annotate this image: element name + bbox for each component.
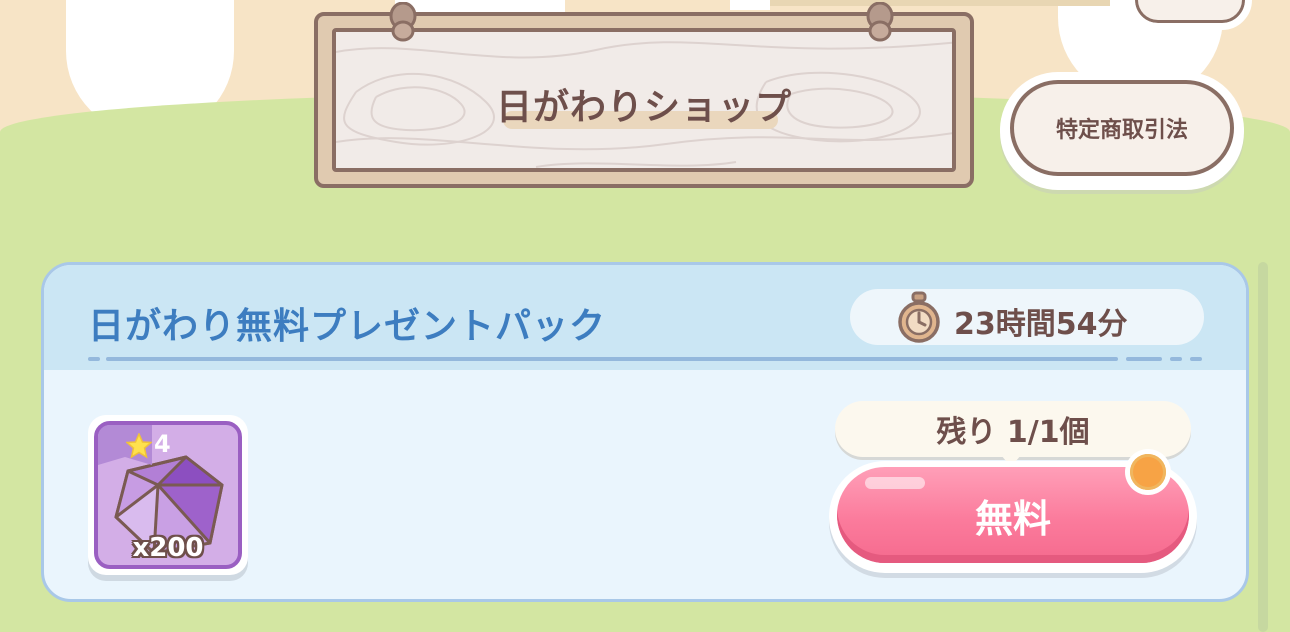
awning-stripe [395, 0, 565, 12]
legal-notice-button[interactable]: 特定商取引法 [1000, 72, 1244, 190]
rope-icon [389, 2, 417, 42]
awning-stripe [770, 0, 1110, 6]
divider [1190, 357, 1202, 361]
divider [1126, 357, 1162, 361]
divider [106, 357, 1118, 361]
button-shine [865, 477, 925, 489]
menu-button[interactable] [1128, 0, 1252, 30]
remaining-count: 残り 1/1個 [835, 401, 1191, 457]
divider [88, 357, 100, 361]
legal-notice-label: 特定商取引法 [1010, 80, 1234, 176]
card-header: 日がわり無料プレゼントパック 23時間54分 [44, 265, 1246, 370]
free-pack-card: 日がわり無料プレゼントパック 23時間54分 4 x200 残り 1/1個 無料 [41, 262, 1249, 602]
scrollbar[interactable] [1258, 262, 1268, 632]
awning-stripe [730, 0, 770, 10]
timer-badge: 23時間54分 [850, 289, 1204, 345]
timer-text: 23時間54分 [954, 307, 1128, 342]
rope-icon [866, 2, 894, 42]
divider [1170, 357, 1182, 361]
item-tile[interactable]: 4 x200 [88, 415, 248, 575]
item-quantity: x200 [132, 533, 204, 563]
shop-title: 日がわりショップ [495, 87, 792, 128]
gem-item: 4 x200 [94, 421, 242, 569]
shop-sign: 日がわりショップ [314, 2, 974, 188]
notification-dot [1125, 449, 1171, 495]
star-icon [126, 433, 152, 459]
rarity-level: 4 [154, 430, 171, 458]
pack-title: 日がわり無料プレゼントパック [88, 306, 607, 347]
stopwatch-icon [898, 291, 940, 343]
